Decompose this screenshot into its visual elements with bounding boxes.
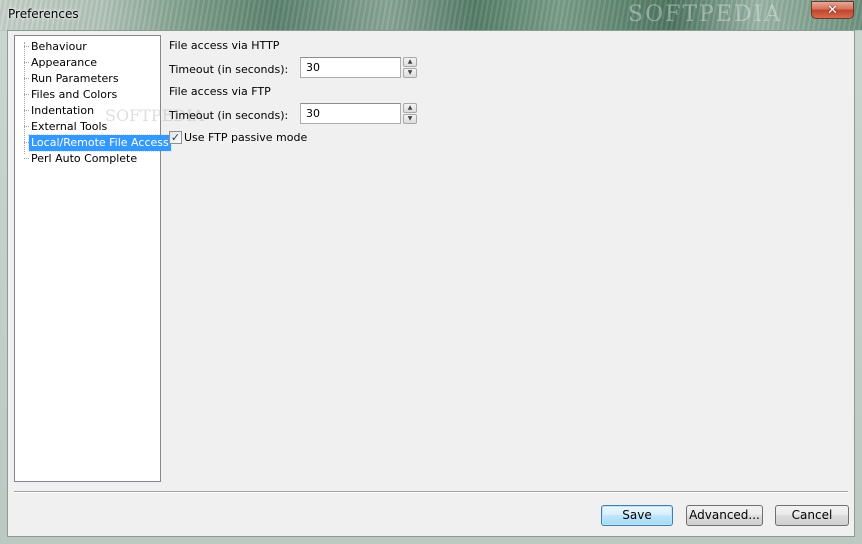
checkmark-icon: ✓ [170,131,181,144]
tree-item-appearance[interactable]: Appearance [29,55,99,71]
ftp-section-label: File access via FTP [169,85,271,98]
tree-item-local-remote-file-access[interactable]: Local/Remote File Access [28,134,172,152]
http-section-label: File access via HTTP [169,39,280,52]
tree-item-perl-auto-complete[interactable]: Perl Auto Complete [29,151,139,167]
http-timeout-input[interactable] [300,57,401,78]
watermark: SOFTPEDIA [628,2,783,27]
preferences-tree[interactable]: Behaviour Appearance Run Parameters File… [14,35,204,482]
advanced-button[interactable]: Advanced... [686,505,763,526]
window-title: Preferences [8,7,79,21]
footer-divider [14,491,848,493]
tree-item-run-parameters[interactable]: Run Parameters [29,71,121,87]
ftp-passive-label[interactable]: Use FTP passive mode [184,131,307,144]
tree-item-behaviour[interactable]: Behaviour [29,39,89,55]
tree-item-external-tools[interactable]: External Tools [29,119,109,135]
spin-down-icon[interactable]: ▼ [403,68,417,78]
title-bar[interactable]: Preferences SOFTPEDIA ✕ [0,0,862,30]
spin-up-icon[interactable]: ▲ [403,57,417,67]
spin-down-icon[interactable]: ▼ [403,114,417,124]
tree-item-files-and-colors[interactable]: Files and Colors [29,87,119,103]
ftp-timeout-label: Timeout (in seconds): [169,109,289,122]
tree-item-indentation[interactable]: Indentation [29,103,96,119]
save-button[interactable]: Save [601,505,673,526]
ftp-timeout-input[interactable] [300,103,401,124]
ftp-passive-checkbox[interactable]: ✓ [169,131,182,144]
spin-up-icon[interactable]: ▲ [403,103,417,113]
http-timeout-label: Timeout (in seconds): [169,63,289,76]
http-timeout-spinner: ▲ ▼ [403,57,417,78]
tree-connector-line [24,42,25,154]
close-button[interactable]: ✕ [811,1,854,19]
preferences-window: Preferences SOFTPEDIA ✕ Behaviour Appear… [0,0,862,544]
dialog-client-area: Behaviour Appearance Run Parameters File… [7,30,855,537]
cancel-button[interactable]: Cancel [775,505,849,526]
ftp-timeout-spinner: ▲ ▼ [403,103,417,124]
close-icon: ✕ [827,2,838,18]
